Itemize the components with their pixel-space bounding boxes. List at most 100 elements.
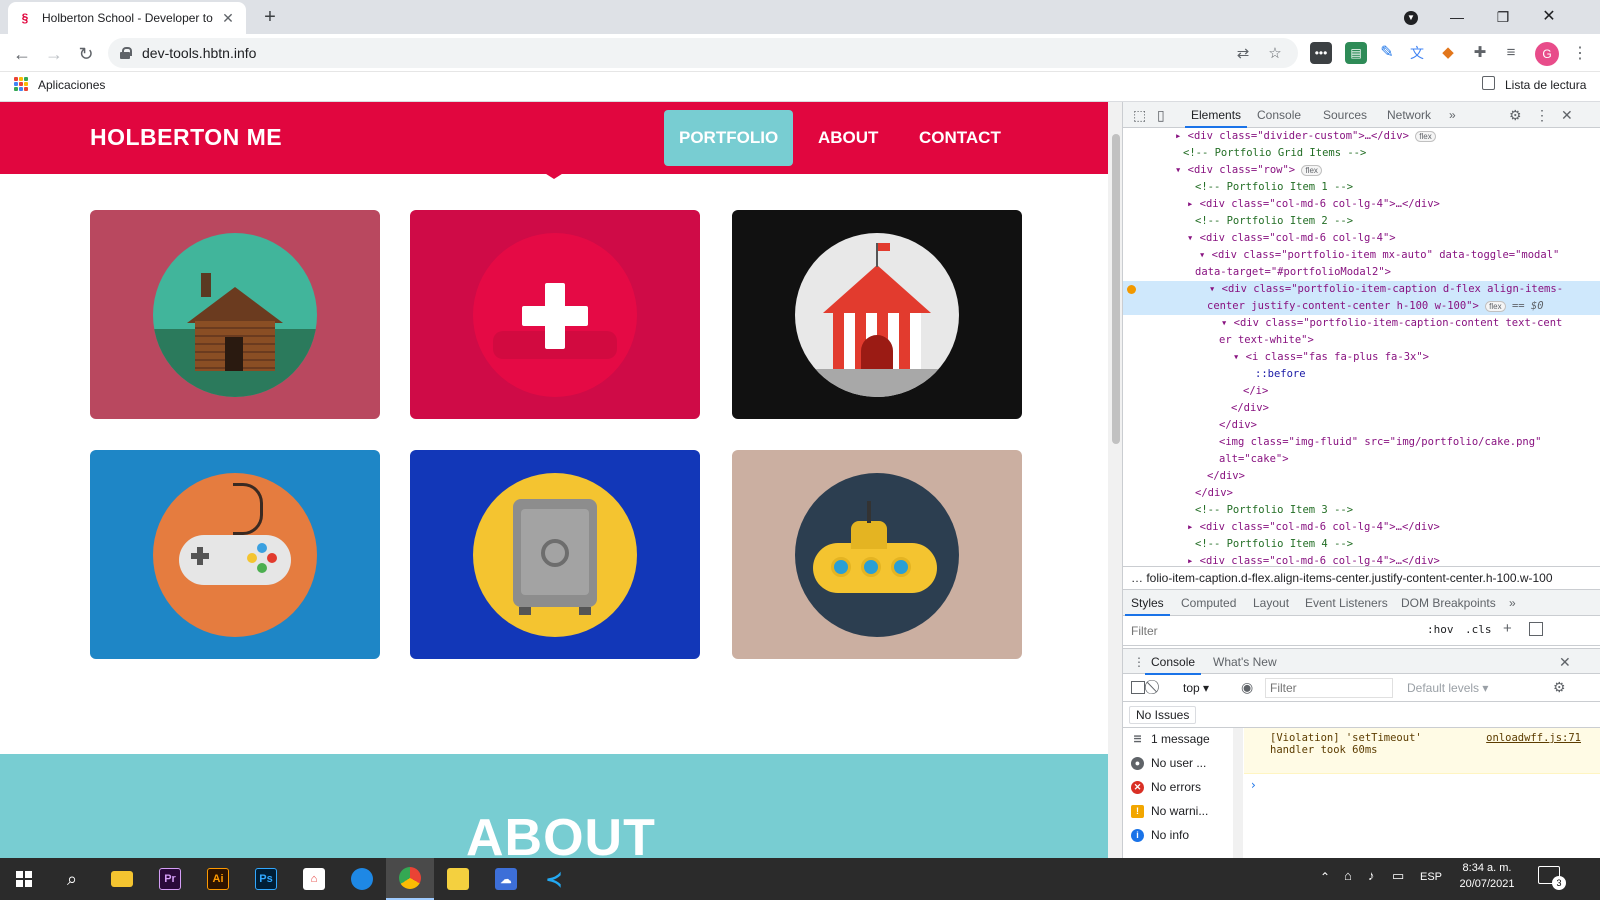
extension-feather-icon[interactable]: ✎ <box>1376 42 1398 64</box>
dom-line[interactable]: </div> <box>1123 400 1600 417</box>
tray-volume-icon[interactable]: ♪ <box>1368 868 1375 883</box>
edge-icon[interactable] <box>338 858 386 900</box>
tab-console[interactable]: Console <box>1251 102 1307 128</box>
log-levels-dropdown[interactable]: Default levels ▾ <box>1407 681 1488 695</box>
profile-avatar[interactable]: G <box>1535 42 1559 66</box>
sidebar-warnings[interactable]: ! No warni... <box>1123 800 1233 823</box>
translate-icon[interactable]: ⇄ <box>1232 44 1254 62</box>
extensions-puzzle-icon[interactable]: ✚ <box>1469 42 1491 64</box>
dom-line[interactable]: </div> <box>1123 485 1600 502</box>
extension-sheets-icon[interactable]: ▤ <box>1345 42 1367 64</box>
console-settings-gear-icon[interactable]: ⚙ <box>1553 679 1566 696</box>
dom-line[interactable]: <!-- Portfolio Item 4 --> <box>1123 536 1600 553</box>
close-drawer-icon[interactable]: ✕ <box>1553 649 1577 675</box>
apps-grid-icon[interactable] <box>14 77 28 91</box>
sidebar-errors[interactable]: ✕ No errors <box>1123 776 1233 799</box>
sidebar-messages[interactable]: ☰ 1 message <box>1123 728 1233 751</box>
close-window-button[interactable]: ✕ <box>1526 4 1572 30</box>
dom-line[interactable]: data-target="#portfolioModal2"> <box>1123 264 1600 281</box>
sticky-notes-icon[interactable] <box>434 858 482 900</box>
windows-start-icon[interactable] <box>0 858 48 900</box>
tab-layout[interactable]: Layout <box>1247 590 1295 616</box>
device-toolbar-icon[interactable]: ▯ <box>1151 102 1171 128</box>
sidebar-user-messages[interactable]: ● No user ... <box>1123 752 1233 775</box>
dom-line[interactable]: ▾ <div class="row"> flex <box>1123 162 1600 179</box>
tab-search-button[interactable]: ▼ <box>1388 4 1434 30</box>
portfolio-item-safe[interactable] <box>410 450 700 659</box>
portfolio-item-circus[interactable] <box>732 210 1022 419</box>
dom-line-selected[interactable]: center justify-content-center h-100 w-10… <box>1123 298 1600 315</box>
address-bar[interactable]: dev-tools.hbtn.info ⇄ ☆ <box>108 38 1298 68</box>
dom-line[interactable]: <!-- Portfolio Item 1 --> <box>1123 179 1600 196</box>
dom-line[interactable]: </div> <box>1123 417 1600 434</box>
toggle-sidebar-icon[interactable] <box>1529 622 1543 636</box>
dom-line[interactable]: </div> <box>1123 468 1600 485</box>
more-style-tabs-icon[interactable]: » <box>1503 590 1522 616</box>
dom-breadcrumb[interactable]: … folio-item-caption.d-flex.align-items-… <box>1123 566 1600 590</box>
apps-bookmark[interactable]: Aplicaciones <box>38 78 105 92</box>
extension-translate-icon[interactable]: 文 <box>1406 42 1428 64</box>
back-button[interactable]: ← <box>10 42 34 66</box>
chrome-icon[interactable] <box>386 858 434 900</box>
forward-button[interactable]: → <box>42 42 66 66</box>
portfolio-item-controller[interactable] <box>90 450 380 659</box>
portfolio-item-cake[interactable] <box>410 210 700 419</box>
drawer-tab-whats-new[interactable]: What's New <box>1207 649 1283 675</box>
close-tab-icon[interactable]: ✕ <box>220 10 236 27</box>
dom-line[interactable]: </i> <box>1123 383 1600 400</box>
context-selector[interactable]: top ▾ <box>1183 681 1209 695</box>
bookmark-star-icon[interactable]: ☆ <box>1264 44 1286 62</box>
tab-sources[interactable]: Sources <box>1317 102 1373 128</box>
tab-styles[interactable]: Styles <box>1125 590 1170 616</box>
tray-display-icon[interactable]: ▭ <box>1392 868 1404 884</box>
hov-button[interactable]: :hov <box>1427 623 1454 636</box>
more-tabs-icon[interactable]: » <box>1443 102 1462 128</box>
photoshop-icon[interactable]: Ps <box>242 858 290 900</box>
portfolio-item-cabin[interactable] <box>90 210 380 419</box>
issues-button[interactable]: No Issues <box>1129 706 1197 724</box>
dom-line[interactable]: alt="cake"> <box>1123 451 1600 468</box>
settings-gear-icon[interactable]: ⚙ <box>1503 102 1528 128</box>
vscode-icon[interactable]: ≺ <box>530 858 578 900</box>
tab-network[interactable]: Network <box>1381 102 1437 128</box>
console-prompt-icon[interactable]: › <box>1251 778 1256 792</box>
language-indicator[interactable]: ESP <box>1420 871 1442 883</box>
dom-line[interactable]: <!-- Portfolio Item 2 --> <box>1123 213 1600 230</box>
media-control-icon[interactable]: ≡ <box>1500 42 1522 64</box>
browser-tab[interactable]: § Holberton School - Developer to ✕ <box>8 2 246 34</box>
portfolio-item-submarine[interactable] <box>732 450 1022 659</box>
premiere-pro-icon[interactable]: Pr <box>146 858 194 900</box>
search-icon[interactable]: ⌕ <box>48 858 96 900</box>
dom-line[interactable]: ▾ <div class="portfolio-item mx-auto" da… <box>1123 247 1600 264</box>
tray-network-icon[interactable]: ⌂ <box>1344 868 1352 883</box>
browser-menu-icon[interactable]: ⋮ <box>1568 42 1592 66</box>
inspect-element-icon[interactable]: ⬚ <box>1127 102 1152 128</box>
sidebar-scrollbar[interactable] <box>1233 728 1243 858</box>
illustrator-icon[interactable]: Ai <box>194 858 242 900</box>
dom-line[interactable]: er text-white"> <box>1123 332 1600 349</box>
new-tab-button[interactable]: + <box>258 6 282 30</box>
dom-line[interactable]: ▸ <div class="col-md-6 col-lg-4">…</div> <box>1123 519 1600 536</box>
dom-line[interactable]: <img class="img-fluid" src="img/portfoli… <box>1123 434 1600 451</box>
dom-line-selected[interactable]: ▾ <div class="portfolio-item-caption d-f… <box>1123 281 1600 298</box>
flex-badge[interactable]: flex <box>1485 301 1506 312</box>
nav-about-link[interactable]: ABOUT <box>803 110 893 166</box>
dom-line[interactable]: ::before <box>1123 366 1600 383</box>
cls-button[interactable]: .cls <box>1465 623 1492 636</box>
dom-line[interactable]: ▸ <div class="col-md-6 col-lg-4">…</div> <box>1123 553 1600 566</box>
cloud-drive-icon[interactable]: ☁ <box>482 858 530 900</box>
sidebar-info[interactable]: i No info <box>1123 824 1233 847</box>
clock-date[interactable]: 20/07/2021 <box>1452 878 1522 890</box>
reload-button[interactable]: ↻ <box>74 42 98 66</box>
flex-badge[interactable]: flex <box>1415 131 1436 142</box>
tray-chevron-icon[interactable]: ⌃ <box>1320 870 1330 884</box>
dom-line[interactable]: <!-- Portfolio Item 3 --> <box>1123 502 1600 519</box>
site-brand[interactable]: HOLBERTON ME <box>90 124 282 151</box>
metamask-fox-icon[interactable]: ◆ <box>1437 42 1459 64</box>
extension-dots-icon[interactable]: ••• <box>1310 42 1332 64</box>
tab-elements[interactable]: Elements <box>1185 102 1248 128</box>
nav-contact-link[interactable]: CONTACT <box>904 110 1016 166</box>
tab-computed[interactable]: Computed <box>1175 590 1242 616</box>
message-source-link[interactable]: onloadwff.js:71 <box>1486 732 1581 744</box>
tab-event-listeners[interactable]: Event Listeners <box>1299 590 1394 616</box>
